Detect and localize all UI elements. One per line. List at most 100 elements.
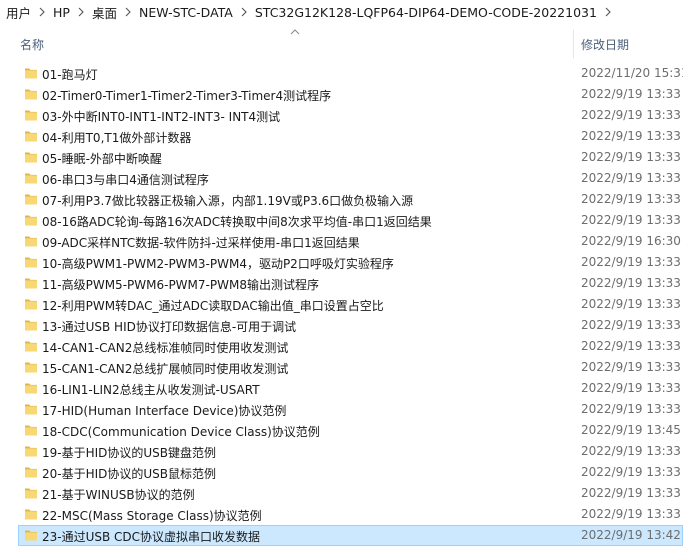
chevron-right-icon[interactable]: [237, 7, 251, 17]
folder-icon: [24, 234, 38, 248]
file-name: 21-基于WINUSB协议的范例: [42, 488, 195, 502]
file-name: 10-高级PWM1-PWM2-PWM3-PWM4，驱动P2口呼吸灯实验程序: [42, 257, 394, 271]
file-name: 16-LIN1-LIN2总线主从收发测试-USART: [42, 383, 260, 397]
file-name: 20-基于HID协议的USB鼠标范例: [42, 467, 217, 481]
column-header-name[interactable]: 名称: [20, 36, 44, 53]
chevron-right-icon[interactable]: [121, 7, 135, 17]
breadcrumb: 用户 HP 桌面 NEW-STC-DATA STC32G12K128-LQFP64-DI…: [0, 0, 683, 24]
column-divider[interactable]: [573, 30, 574, 58]
folder-icon: [24, 486, 38, 500]
file-date-modified: 2022/11/20 15:31: [581, 66, 683, 80]
list-item[interactable]: 06-串口3与串口4通信测试程序 2022/9/19 13:33: [0, 168, 683, 189]
file-name: 03-外中断INT0-INT1-INT2-INT3- INT4测试: [42, 110, 281, 124]
chevron-right-icon[interactable]: [35, 7, 49, 17]
list-item[interactable]: 23-通过USB CDC协议虚拟串口收发数据 2022/9/19 13:42: [0, 525, 683, 546]
file-date-modified: 2022/9/19 13:33: [581, 402, 681, 416]
list-item[interactable]: 04-利用T0,T1做外部计数器 2022/9/19 13:33: [0, 126, 683, 147]
file-date-modified: 2022/9/19 13:33: [581, 255, 681, 269]
chevron-right-icon[interactable]: [74, 7, 88, 17]
file-date-modified: 2022/9/19 13:33: [581, 150, 681, 164]
file-date-modified: 2022/9/19 13:33: [581, 465, 681, 479]
list-item[interactable]: 16-LIN1-LIN2总线主从收发测试-USART 2022/9/19 13:3…: [0, 378, 683, 399]
list-item[interactable]: 14-CAN1-CAN2总线标准帧同时使用收发测试 2022/9/19 13:33: [0, 336, 683, 357]
folder-icon: [24, 276, 38, 290]
file-name: 22-MSC(Mass Storage Class)协议范例: [42, 509, 262, 523]
file-date-modified: 2022/9/19 13:33: [581, 171, 681, 185]
list-item[interactable]: 19-基于HID协议的USB键盘范例 2022/9/19 13:33: [0, 441, 683, 462]
file-date-modified: 2022/9/19 13:33: [581, 213, 681, 227]
list-item[interactable]: 17-HID(Human Interface Device)协议范例 2022/9…: [0, 399, 683, 420]
folder-icon: [24, 171, 38, 185]
file-name: 08-16路ADC轮询-每路16次ADC转换取中间8次求平均值-串口1返回结果: [42, 215, 432, 229]
folder-icon: [24, 465, 38, 479]
folder-icon: [24, 192, 38, 206]
breadcrumb-item[interactable]: NEW-STC-DATA: [135, 5, 237, 20]
file-name: 11-高级PWM5-PWM6-PWM7-PWM8输出测试程序: [42, 278, 319, 292]
file-name: 12-利用PWM转DAC_通过ADC读取DAC输出值_串口设置占空比: [42, 299, 384, 313]
folder-icon: [24, 381, 38, 395]
file-date-modified: 2022/9/19 13:42: [581, 528, 681, 542]
list-item[interactable]: 07-利用P3.7做比较器正极输入源，内部1.19V或P3.6口做负极输入源 20…: [0, 189, 683, 210]
folder-icon: [24, 297, 38, 311]
file-name: 23-通过USB CDC协议虚拟串口收发数据: [42, 530, 261, 544]
file-date-modified: 2022/9/19 13:33: [581, 129, 681, 143]
file-name: 01-跑马灯: [42, 68, 98, 82]
folder-icon: [24, 255, 38, 269]
column-header: 名称 修改日期: [0, 26, 683, 60]
list-item[interactable]: 21-基于WINUSB协议的范例 2022/9/19 13:33: [0, 483, 683, 504]
folder-icon: [24, 507, 38, 521]
folder-icon: [24, 339, 38, 353]
list-item[interactable]: 05-睡眠-外部中断唤醒 2022/9/19 13:33: [0, 147, 683, 168]
breadcrumb-item[interactable]: STC32G12K128-LQFP64-DIP64-DEMO-CODE-2022…: [251, 5, 601, 20]
folder-icon: [24, 423, 38, 437]
folder-icon: [24, 87, 38, 101]
list-item[interactable]: 11-高级PWM5-PWM6-PWM7-PWM8输出测试程序 2022/9/19 …: [0, 273, 683, 294]
file-date-modified: 2022/9/19 13:33: [581, 276, 681, 290]
chevron-right-icon[interactable]: [601, 7, 615, 17]
list-item[interactable]: 12-利用PWM转DAC_通过ADC读取DAC输出值_串口设置占空比 2022/9…: [0, 294, 683, 315]
list-item[interactable]: 20-基于HID协议的USB鼠标范例 2022/9/19 13:33: [0, 462, 683, 483]
list-item[interactable]: 15-CAN1-CAN2总线扩展帧同时使用收发测试 2022/9/19 13:33: [0, 357, 683, 378]
file-date-modified: 2022/9/19 13:33: [581, 108, 681, 122]
list-item[interactable]: 18-CDC(Communication Device Class)协议范例 20…: [0, 420, 683, 441]
file-date-modified: 2022/9/19 13:33: [581, 360, 681, 374]
file-name: 09-ADC采样NTC数据-软件防抖-过采样使用-串口1返回结果: [42, 236, 360, 250]
file-name: 06-串口3与串口4通信测试程序: [42, 173, 209, 187]
file-date-modified: 2022/9/19 13:33: [581, 444, 681, 458]
file-name: 19-基于HID协议的USB键盘范例: [42, 446, 217, 460]
list-item[interactable]: 22-MSC(Mass Storage Class)协议范例 2022/9/19 …: [0, 504, 683, 525]
folder-icon: [24, 360, 38, 374]
folder-icon: [24, 528, 38, 542]
breadcrumb-item[interactable]: 用户: [0, 3, 35, 22]
folder-icon: [24, 213, 38, 227]
file-name: 02-Timer0-Timer1-Timer2-Timer3-Timer4测试程…: [42, 89, 332, 103]
folder-icon: [24, 402, 38, 416]
folder-icon: [24, 150, 38, 164]
file-date-modified: 2022/9/19 13:33: [581, 381, 681, 395]
column-header-date-modified[interactable]: 修改日期: [581, 36, 629, 53]
file-date-modified: 2022/9/19 13:33: [581, 192, 681, 206]
breadcrumb-item[interactable]: HP: [49, 5, 74, 20]
list-item[interactable]: 01-跑马灯 2022/11/20 15:31: [0, 63, 683, 84]
file-name: 13-通过USB HID协议打印数据信息-可用于调试: [42, 320, 297, 334]
list-item[interactable]: 08-16路ADC轮询-每路16次ADC转换取中间8次求平均值-串口1返回结果 2…: [0, 210, 683, 231]
file-date-modified: 2022/9/19 13:33: [581, 339, 681, 353]
list-item[interactable]: 09-ADC采样NTC数据-软件防抖-过采样使用-串口1返回结果 2022/9/1…: [0, 231, 683, 252]
list-item[interactable]: 02-Timer0-Timer1-Timer2-Timer3-Timer4测试程…: [0, 84, 683, 105]
folder-icon: [24, 129, 38, 143]
list-item[interactable]: 13-通过USB HID协议打印数据信息-可用于调试 2022/9/19 13:3…: [0, 315, 683, 336]
file-date-modified: 2022/9/19 13:33: [581, 507, 681, 521]
file-name: 14-CAN1-CAN2总线标准帧同时使用收发测试: [42, 341, 289, 355]
file-name: 17-HID(Human Interface Device)协议范例: [42, 404, 287, 418]
breadcrumb-item[interactable]: 桌面: [88, 3, 121, 22]
file-name: 15-CAN1-CAN2总线扩展帧同时使用收发测试: [42, 362, 289, 376]
folder-icon: [24, 66, 38, 80]
file-date-modified: 2022/9/19 16:30: [581, 234, 681, 248]
list-item[interactable]: 03-外中断INT0-INT1-INT2-INT3- INT4测试 2022/9/…: [0, 105, 683, 126]
file-list: 01-跑马灯 2022/11/20 15:31 02-Timer0-Timer1-T…: [0, 63, 683, 546]
folder-icon: [24, 318, 38, 332]
file-date-modified: 2022/9/19 13:45: [581, 423, 681, 437]
list-item[interactable]: 10-高级PWM1-PWM2-PWM3-PWM4，驱动P2口呼吸灯实验程序 202…: [0, 252, 683, 273]
file-date-modified: 2022/9/19 13:33: [581, 318, 681, 332]
file-date-modified: 2022/9/19 13:33: [581, 297, 681, 311]
